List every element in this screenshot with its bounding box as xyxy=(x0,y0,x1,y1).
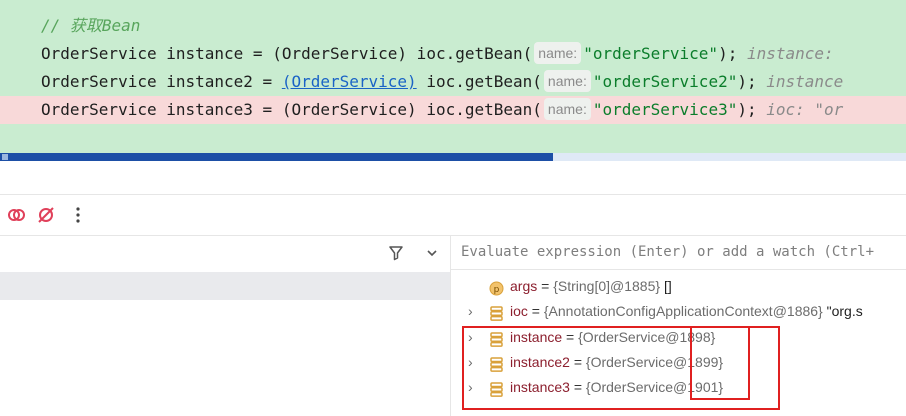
param-hint: name: xyxy=(543,70,591,92)
breakpoints-icon xyxy=(8,209,25,221)
code-string-arg: "orderService" xyxy=(583,44,719,63)
field-icon xyxy=(489,304,504,321)
code-decl: OrderService instance2 = xyxy=(41,72,282,91)
more-options-button[interactable] xyxy=(66,203,90,227)
code-suffix: ); xyxy=(737,72,757,91)
code-cast: (OrderService) xyxy=(281,100,417,119)
selected-frame-row[interactable] xyxy=(0,272,450,300)
variable-row-ioc[interactable]: › ioc = {AnnotationConfigApplicationCont… xyxy=(451,299,906,324)
more-vertical-icon xyxy=(76,207,80,223)
variable-name: ioc xyxy=(510,303,528,319)
comment-text: // 获取Bean xyxy=(41,16,141,35)
code-cast-link[interactable]: (OrderService) xyxy=(282,72,417,91)
param-hint: name: xyxy=(534,42,582,64)
variable-equals: = xyxy=(537,278,554,294)
code-suffix: ); xyxy=(718,44,738,63)
mute-breakpoints-icon xyxy=(38,207,54,223)
variable-equals: = xyxy=(527,303,544,319)
svg-text:p: p xyxy=(494,285,500,295)
code-call: ioc.getBean( xyxy=(416,100,542,119)
annotation-box-inner xyxy=(690,326,750,400)
param-hint: name: xyxy=(543,98,591,120)
code-editor[interactable]: // 获取Bean OrderService instance = (Order… xyxy=(0,0,906,153)
filter-icon xyxy=(389,246,403,261)
eval-divider xyxy=(451,269,906,270)
code-comment: // 获取Bean xyxy=(0,12,906,40)
scrollbar-thumb[interactable] xyxy=(0,153,553,161)
code-call: ioc.getBean( xyxy=(407,44,533,63)
variable-row-args[interactable]: p args = {String[0]@1885} [] xyxy=(451,274,906,299)
parameter-icon: p xyxy=(489,279,504,296)
variable-value: {String[0]@1885} xyxy=(553,278,661,294)
chevron-down-icon xyxy=(427,250,437,257)
scrollbar-cap xyxy=(2,154,8,160)
variable-extra: "org.s xyxy=(822,303,863,319)
evaluate-expression-input[interactable]: Evaluate expression (Enter) or add a wat… xyxy=(451,236,906,269)
variable-value: {AnnotationConfigApplicationContext@1886… xyxy=(543,303,823,319)
code-decl: OrderService instance3 = xyxy=(41,100,282,119)
code-line-3-breakpoint[interactable]: OrderService instance3 = (OrderService) … xyxy=(0,96,906,124)
filter-button[interactable] xyxy=(384,241,408,265)
debug-toolbar xyxy=(0,195,906,235)
inline-debug-value: instance: xyxy=(746,44,834,63)
variable-extra: [] xyxy=(660,278,672,294)
code-string-arg: "orderService3" xyxy=(592,100,738,119)
inline-debug-value: instance xyxy=(766,72,844,91)
code-cast: (OrderService) xyxy=(272,44,408,63)
code-line-1[interactable]: OrderService instance = (OrderService) i… xyxy=(0,40,906,68)
frames-panel xyxy=(0,236,451,416)
code-string-arg: "orderService2" xyxy=(592,72,738,91)
code-decl: OrderService instance = xyxy=(41,44,273,63)
frames-header xyxy=(0,236,450,269)
expand-chevron-icon[interactable]: › xyxy=(468,299,480,324)
mute-breakpoints-button[interactable] xyxy=(34,203,58,227)
editor-horizontal-scrollbar[interactable] xyxy=(0,153,906,161)
code-line-2[interactable]: OrderService instance2 = (OrderService) … xyxy=(0,68,906,96)
code-suffix: ); xyxy=(737,100,757,119)
variable-name: args xyxy=(510,278,538,294)
code-call: ioc.getBean( xyxy=(416,72,542,91)
view-breakpoints-button[interactable] xyxy=(4,203,28,227)
frames-dropdown-button[interactable] xyxy=(420,241,444,265)
inline-debug-value: ioc: "or xyxy=(766,100,844,119)
